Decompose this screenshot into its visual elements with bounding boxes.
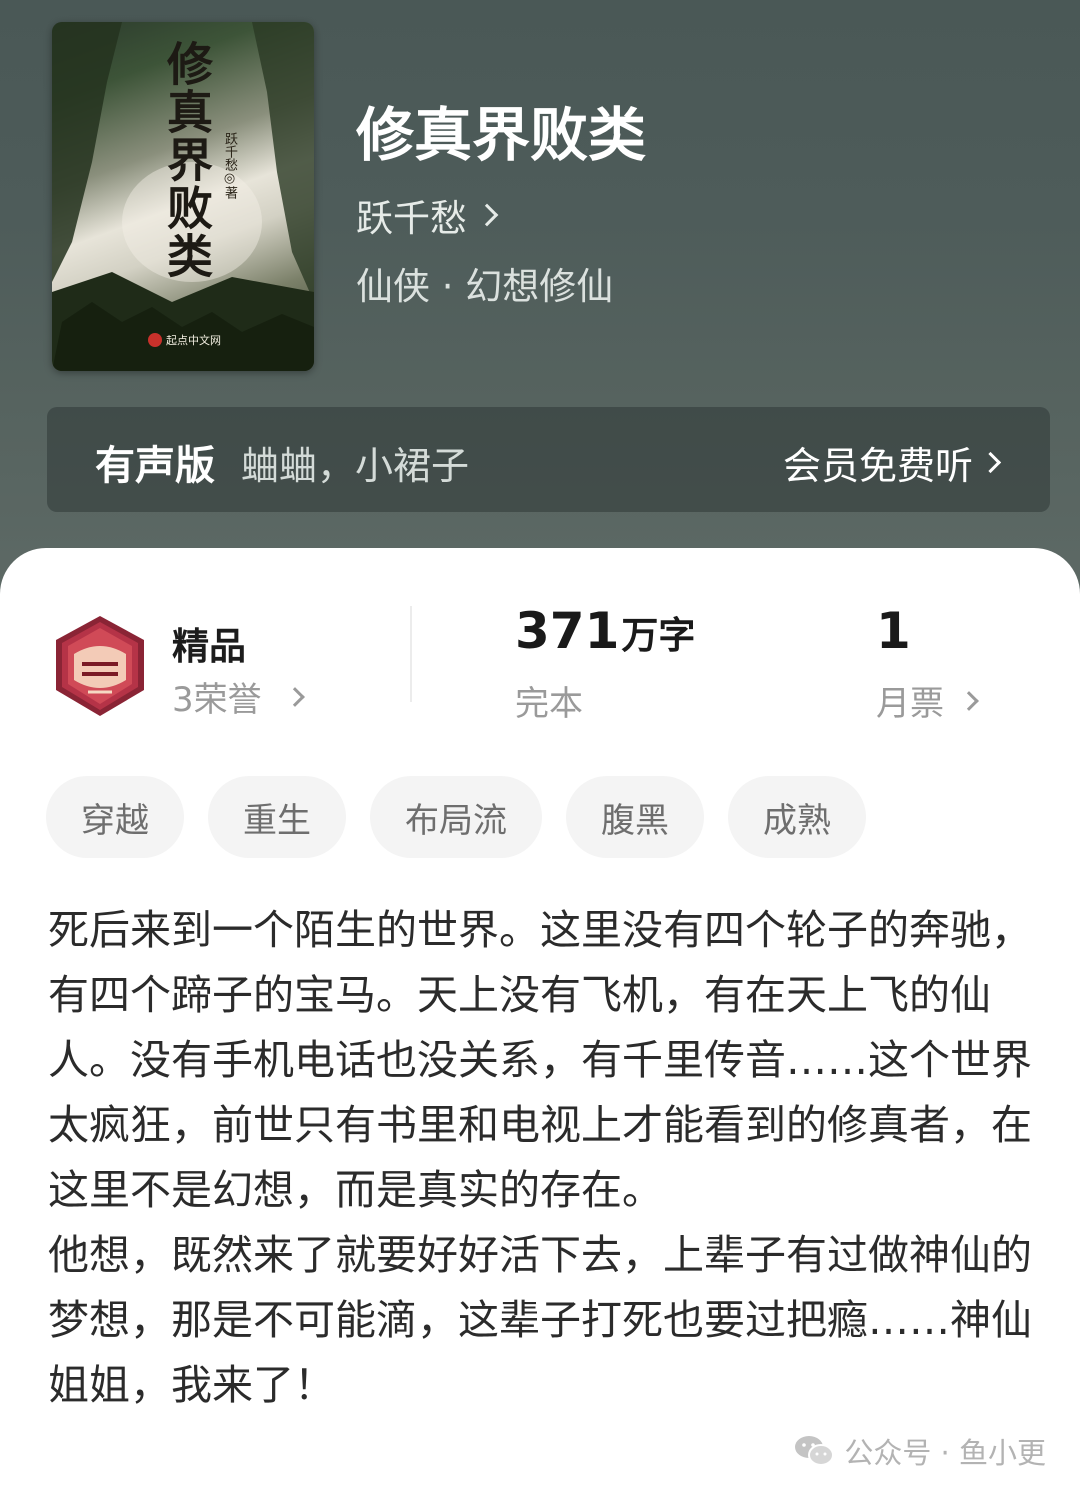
- cover-author-text: 跃千愁◎著: [222, 132, 237, 199]
- honor-link[interactable]: 3荣誉: [172, 672, 305, 721]
- tag-chip[interactable]: 成熟: [728, 776, 866, 858]
- author-link[interactable]: 跃千愁: [356, 188, 499, 242]
- book-cover[interactable]: 修真界败类 跃千愁◎著 起点中文网: [52, 22, 314, 371]
- publisher-logo-icon: [148, 333, 162, 347]
- member-free-listen-button[interactable]: 会员免费听: [782, 435, 1002, 490]
- audio-narrators: 蛐蛐，小裙子: [241, 444, 470, 488]
- tag-chip[interactable]: 重生: [208, 776, 346, 858]
- member-free-listen-label: 会员免费听: [782, 444, 973, 488]
- completion-status: 完本: [515, 684, 583, 724]
- audio-label: 有声版: [95, 443, 215, 489]
- tag-chip[interactable]: 腹黑: [566, 776, 704, 858]
- wechat-watermark: 公众号 · 鱼小更: [794, 1430, 1046, 1472]
- monthly-votes-count: 1: [876, 602, 911, 660]
- chevron-right-icon: [979, 451, 1002, 474]
- tag-list: 穿越 重生 布局流 腹黑 成熟: [46, 776, 866, 858]
- tag-chip[interactable]: 布局流: [370, 776, 542, 858]
- monthly-votes-label: 月票: [876, 684, 944, 724]
- synopsis-paragraph: 死后来到一个陌生的世界。这里没有四个轮子的奔驰，有四个蹄子的宝马。天上没有飞机，…: [48, 906, 1032, 1214]
- premium-channel-badge-icon[interactable]: [48, 614, 152, 718]
- book-header: 修真界败类 跃千愁◎著 起点中文网 修真界败类 跃千愁 仙侠 · 幻想修仙 有声…: [0, 0, 1080, 620]
- word-count-unit: 万字: [621, 614, 696, 657]
- cover-title-text: 修真界败类: [160, 40, 214, 280]
- genre-label: 仙侠 · 幻想修仙: [356, 265, 614, 308]
- tag-chip[interactable]: 穿越: [46, 776, 184, 858]
- word-count-number: 371: [515, 602, 620, 660]
- audio-version-bar[interactable]: 有声版 蛐蛐，小裙子 会员免费听: [47, 407, 1050, 512]
- publisher-logo-text: 起点中文网: [166, 334, 221, 347]
- monthly-votes-link[interactable]: 月票: [876, 676, 979, 725]
- author-name: 跃千愁: [356, 197, 467, 240]
- honor-title: 精品: [172, 625, 246, 668]
- chevron-right-icon: [959, 690, 979, 711]
- wechat-icon: [795, 1436, 835, 1466]
- stats-divider: [410, 606, 412, 702]
- honor-count: 3荣誉: [172, 680, 262, 720]
- book-detail-panel: 精品 3荣誉 371 万字 完本 1 月票 穿越 重生 布局流 腹黑 成熟 死后…: [0, 548, 1080, 1494]
- synopsis-paragraph: 他想，既然来了就要好好活下去，上辈子有过做神仙的梦想，那是不可能滴，这辈子打死也…: [48, 1231, 1032, 1409]
- book-title: 修真界败类: [356, 101, 647, 169]
- word-count: 371 万字: [515, 602, 695, 660]
- publisher-logo: 起点中文网: [148, 332, 221, 348]
- chevron-right-icon: [475, 203, 499, 227]
- chevron-right-icon: [284, 686, 305, 707]
- book-synopsis: 死后来到一个陌生的世界。这里没有四个轮子的奔驰，有四个蹄子的宝马。天上没有飞机，…: [48, 898, 1052, 1418]
- watermark-text: 公众号 · 鱼小更: [844, 1436, 1046, 1470]
